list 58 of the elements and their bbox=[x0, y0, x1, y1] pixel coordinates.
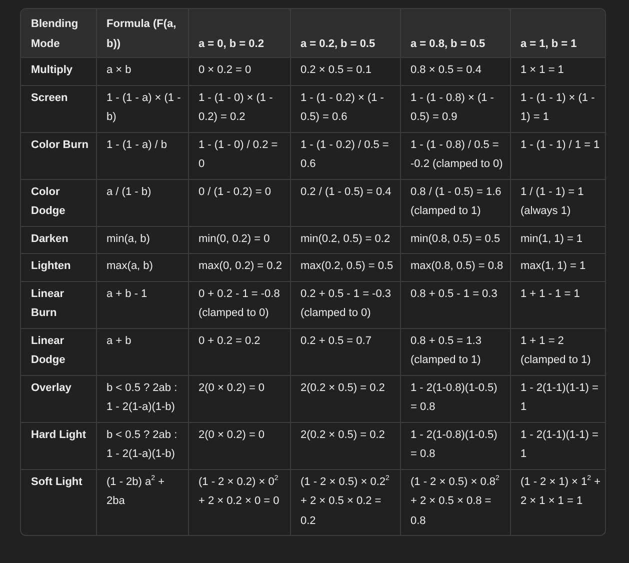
table-cell: a × b bbox=[96, 58, 188, 85]
table-cell: 2(0.2 × 0.5) = 0.2 bbox=[290, 422, 400, 469]
column-header: a = 0, b = 0.2 bbox=[188, 9, 290, 58]
table-cell: Soft Light bbox=[21, 469, 96, 535]
table-cell: b < 0.5 ? 2ab : 1 - 2(1-a)(1-b) bbox=[96, 422, 188, 469]
table-cell: 0.8 × 0.5 = 0.4 bbox=[400, 58, 510, 85]
table-cell: Screen bbox=[21, 85, 96, 132]
table-cell: 0 × 0.2 = 0 bbox=[188, 58, 290, 85]
table-cell: max(0.8, 0.5) = 0.8 bbox=[400, 254, 510, 281]
table-cell: 0 + 0.2 = 0.2 bbox=[188, 328, 290, 375]
table-cell: 0.2 + 0.5 = 0.7 bbox=[290, 328, 400, 375]
table-cell: max(0, 0.2) = 0.2 bbox=[188, 254, 290, 281]
table-cell: 1 - 2(1-0.8)(1-0.5) = 0.8 bbox=[400, 422, 510, 469]
column-header: a = 1, b = 1 bbox=[510, 9, 605, 58]
table-cell: max(a, b) bbox=[96, 254, 188, 281]
table-cell: 0.8 / (1 - 0.5) = 1.6 (clamped to 1) bbox=[400, 179, 510, 226]
table-cell: 0.8 + 0.5 - 1 = 0.3 bbox=[400, 281, 510, 328]
table-cell: a / (1 - b) bbox=[96, 179, 188, 226]
table-cell: 2(0 × 0.2) = 0 bbox=[188, 422, 290, 469]
table-cell: min(0, 0.2) = 0 bbox=[188, 226, 290, 254]
table-cell: Overlay bbox=[21, 375, 96, 422]
table-cell: a + b bbox=[96, 328, 188, 375]
column-header: Blending Mode bbox=[21, 9, 96, 58]
table-cell: Linear Burn bbox=[21, 281, 96, 328]
table-cell: 1 - (1 - 0.2) / 0.5 = 0.6 bbox=[290, 132, 400, 179]
table-cell: 0 / (1 - 0.2) = 0 bbox=[188, 179, 290, 226]
table-cell: max(0.2, 0.5) = 0.5 bbox=[290, 254, 400, 281]
table-cell: 1 - (1 - 0) × (1 - 0.2) = 0.2 bbox=[188, 85, 290, 132]
table-cell: Hard Light bbox=[21, 422, 96, 469]
table-cell: Color Dodge bbox=[21, 179, 96, 226]
table-cell: min(a, b) bbox=[96, 226, 188, 254]
table-cell: 1 - (1 - a) × (1 - b) bbox=[96, 85, 188, 132]
table-cell: min(0.2, 0.5) = 0.2 bbox=[290, 226, 400, 254]
table-cell: Linear Dodge bbox=[21, 328, 96, 375]
table-cell: Color Burn bbox=[21, 132, 96, 179]
table-cell: 2(0 × 0.2) = 0 bbox=[188, 375, 290, 422]
column-header: a = 0.8, b = 0.5 bbox=[400, 9, 510, 58]
table-cell: Lighten bbox=[21, 254, 96, 281]
table-cell: 0.2 × 0.5 = 0.1 bbox=[290, 58, 400, 85]
table-cell: Multiply bbox=[21, 58, 96, 85]
table-cell: b < 0.5 ? 2ab : 1 - 2(1-a)(1-b) bbox=[96, 375, 188, 422]
table-cell: 0.2 + 0.5 - 1 = -0.3 (clamped to 0) bbox=[290, 281, 400, 328]
column-header: Formula (F(a, b)) bbox=[96, 9, 188, 58]
table-cell: 1 - (1 - a) / b bbox=[96, 132, 188, 179]
table-cell: a + b - 1 bbox=[96, 281, 188, 328]
table-cell: (1 - 2 × 1) × 1$^{2}$ + 2 × 1 × 1 = 1 bbox=[510, 469, 605, 535]
table-cell: 0.2 / (1 - 0.5) = 0.4 bbox=[290, 179, 400, 226]
table-cell: 1 - (1 - 0.2) × (1 - 0.5) = 0.6 bbox=[290, 85, 400, 132]
table-cell: 2(0.2 × 0.5) = 0.2 bbox=[290, 375, 400, 422]
table-cell: 1 - (1 - 0.8) / 0.5 = -0.2 (clamped to 0) bbox=[400, 132, 510, 179]
table-cell: 1 - 2(1-0.8)(1-0.5) = 0.8 bbox=[400, 375, 510, 422]
table-cell: min(0.8, 0.5) = 0.5 bbox=[400, 226, 510, 254]
column-header: a = 0.2, b = 0.5 bbox=[290, 9, 400, 58]
table-cell: 0.8 + 0.5 = 1.3 (clamped to 1) bbox=[400, 328, 510, 375]
table-cell: 1 - (1 - 0) / 0.2 = 0 bbox=[188, 132, 290, 179]
table-cell: 0 + 0.2 - 1 = -0.8 (clamped to 0) bbox=[188, 281, 290, 328]
table-cell: 1 - (1 - 0.8) × (1 - 0.5) = 0.9 bbox=[400, 85, 510, 132]
table-cell: Darken bbox=[21, 226, 96, 254]
